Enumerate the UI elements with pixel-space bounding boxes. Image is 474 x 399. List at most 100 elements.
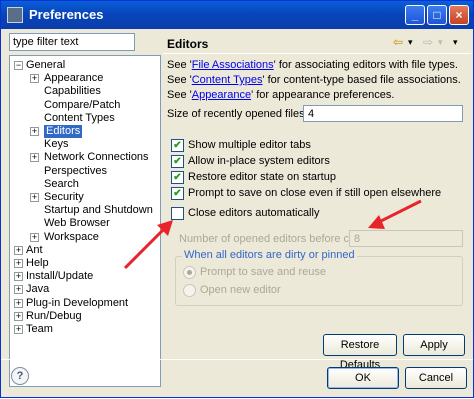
group-title: When all editors are dirty or pinned (182, 249, 357, 261)
header-divider (163, 53, 471, 54)
tree-item[interactable]: + Appearance (10, 72, 160, 85)
file-associations-link[interactable]: File Associations (192, 59, 274, 71)
prompt-reuse-radio[interactable] (183, 266, 196, 279)
expand-icon[interactable]: + (14, 285, 23, 295)
apply-button[interactable]: Apply (403, 334, 465, 356)
tree-item[interactable]: Keys (10, 138, 160, 151)
note-text: See ' (167, 89, 192, 101)
forward-menu-chevron-icon[interactable]: ▾ (438, 37, 443, 51)
tree-item-label: Compare/Patch (44, 98, 121, 111)
tree-item-label: Install/Update (26, 270, 94, 283)
expand-icon[interactable]: + (30, 127, 39, 136)
appearance-link[interactable]: Appearance (192, 89, 251, 101)
view-menu-chevron-icon[interactable]: ▾ (453, 37, 458, 51)
tree-item[interactable]: Search (10, 178, 160, 191)
note-text: ' for content-type based file associatio… (262, 74, 461, 86)
opened-editors-field[interactable]: 8 (349, 230, 463, 247)
cancel-button[interactable]: Cancel (405, 367, 467, 389)
tree-item[interactable]: + Security (10, 191, 160, 204)
checkbox-label: Restore editor state on startup (188, 171, 336, 183)
page-title: Editors (167, 37, 209, 51)
tree-item[interactable]: Web Browser (10, 217, 160, 230)
content-types-link[interactable]: Content Types (192, 74, 263, 86)
tree-item-label: Workspace (44, 230, 99, 243)
expand-icon[interactable]: + (14, 311, 23, 321)
tree-item[interactable]: + Plug-in Development (10, 297, 160, 310)
checkbox-label: Prompt to save on close even if still op… (188, 187, 442, 199)
filter-input[interactable] (9, 33, 135, 51)
open-new-editor-radio[interactable] (183, 284, 196, 297)
tree-item-label: Security (44, 191, 84, 203)
checkbox-label: Show multiple editor tabs (188, 139, 311, 151)
file-associations-note: See 'File Associations' for associating … (167, 59, 458, 71)
app-icon (7, 7, 23, 23)
checkbox[interactable]: ✔ (171, 171, 184, 184)
expand-icon[interactable]: + (14, 272, 23, 282)
recent-files-field[interactable]: 4 (303, 105, 463, 122)
maximize-button[interactable]: □ (427, 5, 447, 25)
tree-item-label: Search (44, 177, 79, 190)
back-arrow-icon[interactable]: ⇦ (393, 35, 403, 49)
preference-tree[interactable]: − General + Appearance Capabilities Compare/P… (9, 55, 161, 387)
expand-icon[interactable]: + (30, 74, 39, 84)
expand-icon[interactable]: + (30, 193, 39, 202)
tree-item-label: Appearance (44, 72, 104, 85)
tree-item[interactable]: + Team (10, 323, 160, 336)
recent-files-label: Size of recently opened files list: (167, 108, 325, 120)
note-text: See ' (167, 59, 192, 71)
editors-page: Editors ⇦ ▾ ⇨ ▾ ▾ See 'File Associations… (161, 31, 471, 371)
tree-item-label: Java (26, 283, 50, 296)
checkbox-label: Allow in-place system editors (188, 155, 330, 167)
restore-defaults-button[interactable]: Restore Defaults (323, 334, 397, 371)
checkbox[interactable]: ✔ (171, 187, 184, 200)
tree-item-label: Content Types (44, 111, 115, 124)
close-button[interactable]: × (449, 5, 469, 25)
tree-item[interactable]: + Help (10, 257, 160, 270)
sidebar: −General + AppearanceCapabilitiesCompare/P… (5, 31, 161, 387)
expand-icon[interactable]: + (14, 325, 23, 334)
ok-button[interactable]: OK (327, 367, 399, 389)
help-icon[interactable]: ? (11, 367, 29, 385)
title-bar[interactable]: Preferences _ □ × (1, 1, 473, 29)
back-menu-chevron-icon[interactable]: ▾ (408, 37, 413, 51)
tree-item[interactable]: Perspectives (10, 165, 160, 178)
checkbox[interactable]: ✔ (171, 139, 184, 152)
checkbox-label: Close editors automatically (188, 207, 320, 219)
tree-item[interactable]: + Network Connections (10, 151, 160, 164)
tree-item[interactable]: Content Types (10, 112, 160, 125)
tree-item-label: Help (26, 257, 49, 269)
tree-item[interactable]: + Ant (10, 244, 160, 257)
checkbox[interactable]: ✔ (171, 155, 184, 168)
tree-item[interactable]: + Java (10, 283, 160, 296)
expand-icon[interactable]: + (14, 298, 23, 308)
tree-item-label: Network Connections (44, 151, 149, 164)
tree-item-label: Startup and Shutdown (44, 204, 153, 217)
checkbox[interactable] (171, 207, 184, 220)
tree-item[interactable]: + Install/Update (10, 270, 160, 283)
collapse-icon[interactable]: − (14, 61, 23, 70)
tree-item-label: Editors (44, 125, 83, 138)
tree-item[interactable]: + Run/Debug (10, 310, 160, 323)
expand-icon[interactable]: + (14, 259, 23, 268)
dirty-editors-group: When all editors are dirty or pinned Pro… (175, 249, 463, 306)
window-title: Preferences (29, 7, 104, 22)
tree-item-label: Capabilities (44, 85, 101, 98)
forward-arrow-icon[interactable]: ⇨ (423, 35, 433, 49)
tree-item[interactable]: Capabilities (10, 85, 160, 98)
tree-item[interactable]: − General (10, 59, 160, 72)
footer-divider (1, 359, 473, 360)
minimize-button[interactable]: _ (405, 5, 425, 25)
tree-item-label: Keys (44, 138, 69, 151)
expand-icon[interactable]: + (14, 245, 23, 255)
tree-item-label: Plug-in Development (26, 296, 129, 309)
note-text: ' for appearance preferences. (251, 89, 395, 101)
tree-item[interactable]: Compare/Patch (10, 99, 160, 112)
expand-icon[interactable]: + (30, 232, 39, 242)
tree-item-label: Run/Debug (26, 309, 82, 322)
tree-item[interactable]: + Workspace (10, 231, 160, 244)
expand-icon[interactable]: + (30, 153, 39, 163)
tree-item-label: Ant (26, 243, 43, 256)
tree-item[interactable]: Startup and Shutdown (10, 204, 160, 217)
tree-item[interactable]: + Editors (10, 125, 160, 138)
prompt-reuse-label: Prompt to save and reuse (200, 266, 326, 278)
